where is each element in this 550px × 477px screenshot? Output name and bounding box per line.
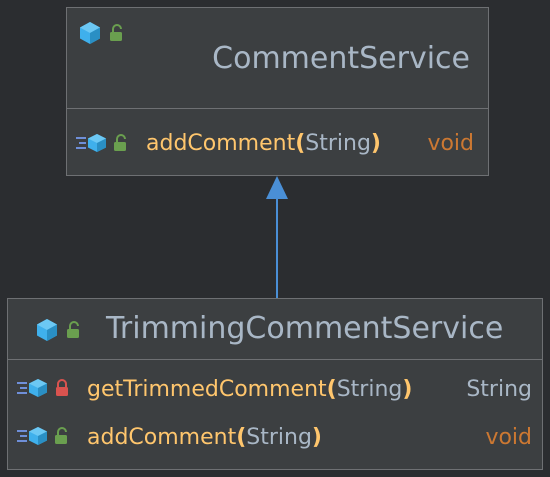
method-signature: addComment(String) — [87, 427, 322, 449]
return-type: String — [466, 377, 532, 402]
method-row[interactable]: addComment(String) void — [8, 414, 542, 464]
open-paren: ( — [326, 377, 337, 402]
locked-lock-icon — [54, 379, 70, 397]
method-icon — [16, 377, 50, 399]
open-paren: ( — [236, 425, 247, 450]
open-paren: ( — [295, 131, 306, 156]
class-name: TrimmingCommentService — [106, 311, 504, 346]
class-cube-icon — [34, 317, 60, 343]
close-paren: ) — [311, 425, 322, 450]
method-row[interactable]: getTrimmedComment(String) String — [8, 360, 542, 414]
method-signature: addComment(String) — [146, 133, 381, 155]
return-type: void — [485, 425, 532, 450]
class-cube-icon — [77, 20, 103, 46]
unlocked-lock-icon — [113, 134, 129, 152]
method-params: String — [336, 377, 403, 402]
method-row[interactable]: addComment(String) void — [67, 109, 488, 175]
class-node-trimmingcommentservice[interactable]: TrimmingCommentService getTrimmedComment… — [7, 298, 543, 470]
method-icon — [16, 425, 50, 447]
close-paren: ) — [402, 377, 413, 402]
class-header: TrimmingCommentService — [8, 299, 542, 359]
unlocked-lock-icon — [109, 24, 125, 42]
method-name: getTrimmedComment — [87, 377, 327, 402]
return-type: void — [427, 131, 474, 156]
method-params: String — [305, 131, 371, 156]
class-name: CommentService — [212, 41, 470, 76]
method-signature: getTrimmedComment(String) — [87, 379, 412, 401]
inheritance-arrowhead — [266, 176, 288, 199]
class-header: CommentService — [67, 8, 488, 108]
close-paren: ) — [370, 131, 381, 156]
class-node-commentservice[interactable]: CommentService addComment(String) void — [66, 7, 489, 176]
method-params: String — [246, 425, 312, 450]
method-name: addComment — [146, 131, 296, 156]
unlocked-lock-icon — [54, 427, 70, 445]
method-name: addComment — [87, 425, 237, 450]
method-icon — [75, 132, 109, 154]
unlocked-lock-icon — [66, 321, 82, 339]
